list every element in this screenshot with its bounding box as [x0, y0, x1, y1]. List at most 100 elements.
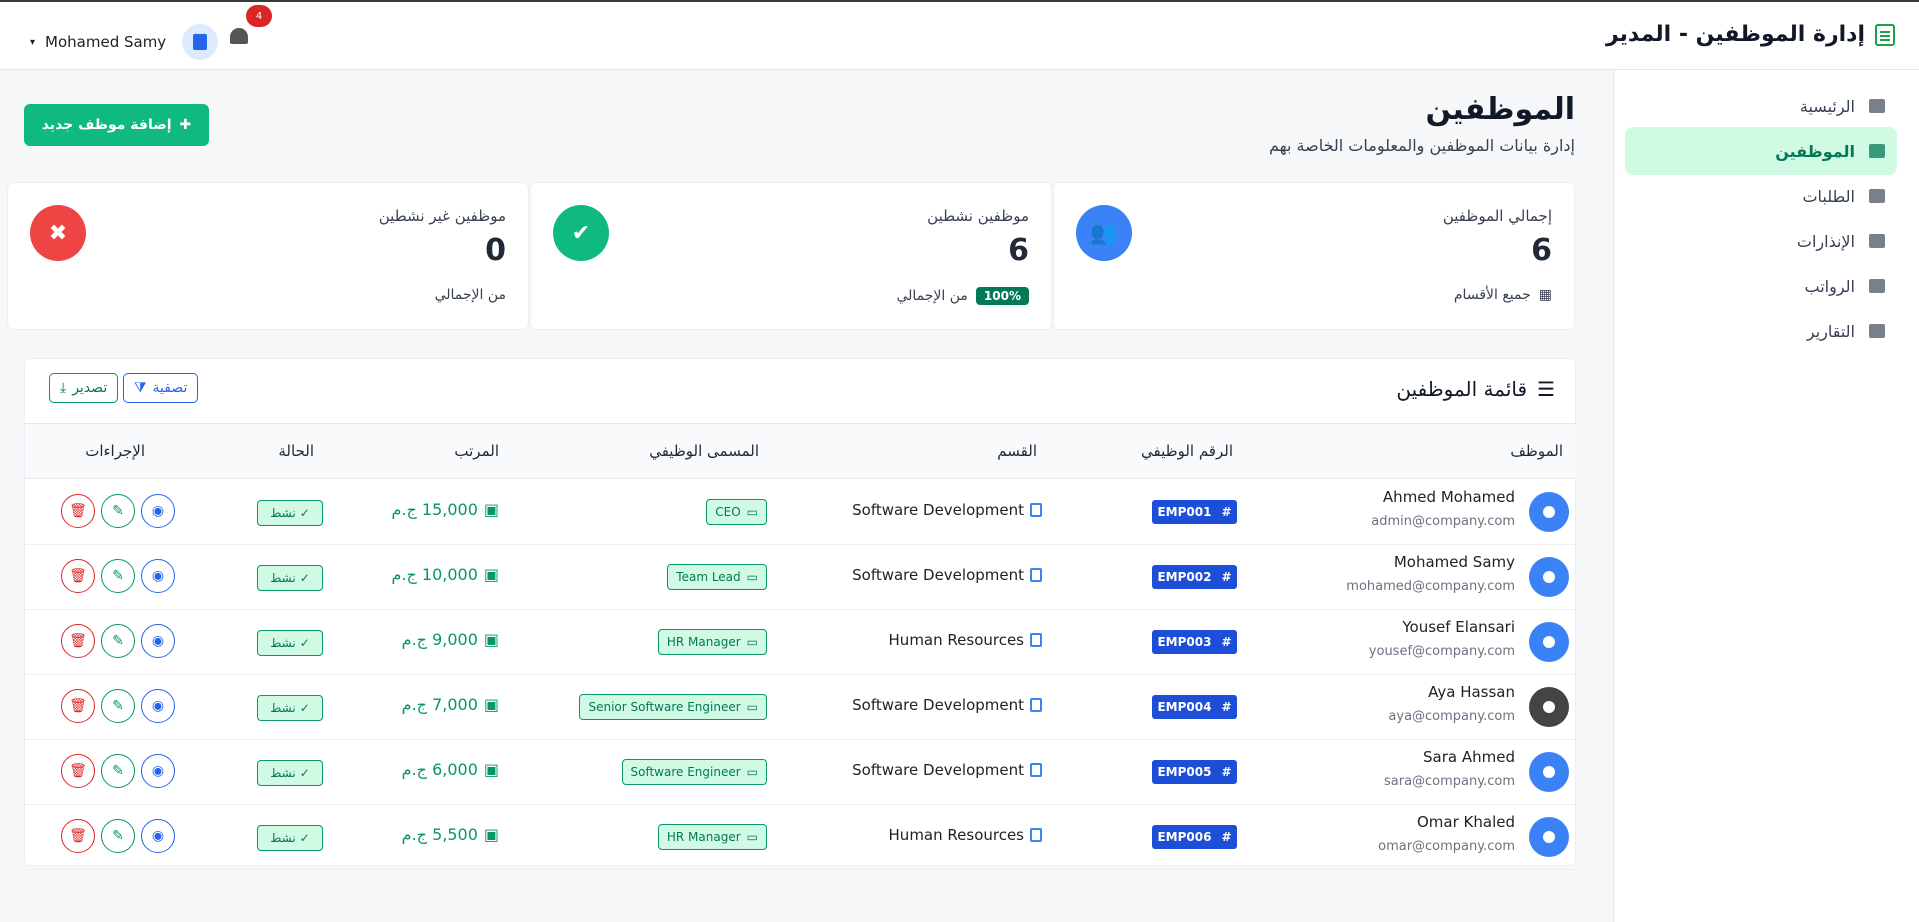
employee-id: EMP006	[1157, 830, 1212, 844]
money-icon: ▣	[483, 695, 499, 714]
trash-icon: 🗑	[69, 763, 87, 779]
edit-button[interactable]: ✎	[101, 754, 135, 788]
column-header: الموظف	[1510, 442, 1563, 460]
briefcase-icon: ▭	[746, 700, 758, 714]
department: Human Resources	[889, 631, 1042, 649]
status-badge: ✓ نشط	[257, 695, 323, 721]
delete-button[interactable]: 🗑	[61, 754, 95, 788]
sidebar-item[interactable]: الرئيسية	[1625, 82, 1897, 130]
warning-icon	[1869, 234, 1885, 248]
notifications-button[interactable]: 4	[226, 5, 272, 50]
column-header: المرتب	[454, 442, 499, 460]
edit-button[interactable]: ✎	[101, 624, 135, 658]
hash-icon: #	[1221, 700, 1232, 714]
employee-id-badge: # EMP001	[1152, 500, 1237, 524]
briefcase-icon: ▭	[746, 830, 758, 844]
stat-footer-text: جميع الأقسام	[1453, 287, 1531, 303]
percent-badge: 100%	[975, 287, 1029, 305]
stat-footer: ▦ جميع الأقسام	[1454, 287, 1552, 303]
employee-id: EMP004	[1157, 700, 1212, 714]
job-title: HR Manager	[666, 830, 741, 844]
department: Software Development	[852, 696, 1042, 714]
user-icon	[1543, 831, 1555, 843]
add-employee-button[interactable]: ✚ إضافة موظف جديد	[24, 104, 209, 146]
view-button[interactable]: ◉	[141, 819, 175, 853]
view-button[interactable]: ◉	[141, 559, 175, 593]
filter-button[interactable]: ⧩ تصفية	[123, 373, 199, 403]
avatar	[1529, 752, 1569, 792]
pencil-icon: ✎	[112, 568, 124, 584]
salary-value: 10,000 ج.م	[391, 565, 478, 584]
view-button[interactable]: ◉	[141, 494, 175, 528]
edit-button[interactable]: ✎	[101, 689, 135, 723]
stat-label: إجمالي الموظفين	[1442, 207, 1552, 225]
sidebar-item[interactable]: الطلبات	[1625, 172, 1897, 220]
view-button[interactable]: ◉	[141, 689, 175, 723]
employee-email: aya@company.com	[1388, 709, 1515, 724]
department-name: Software Development	[852, 761, 1024, 779]
delete-button[interactable]: 🗑	[61, 624, 95, 658]
table-title-text: قائمة الموظفين	[1396, 377, 1528, 401]
view-button[interactable]: ◉	[141, 754, 175, 788]
edit-button[interactable]: ✎	[101, 494, 135, 528]
sidebar-item[interactable]: الموظفين	[1625, 127, 1897, 175]
user-menu[interactable]: ▾ Mohamed Samy	[30, 24, 219, 60]
delete-button[interactable]: 🗑	[61, 559, 95, 593]
pencil-icon: ✎	[112, 503, 124, 519]
delete-button[interactable]: 🗑	[61, 689, 95, 723]
user-icon	[1543, 636, 1555, 648]
stat-card-active: موظفين نشطين 6 100% من الإجمالي ✔	[530, 182, 1052, 330]
user-icon	[1543, 766, 1555, 778]
briefcase-icon: ▭	[746, 570, 758, 584]
sidebar-item[interactable]: الإنذارات	[1625, 217, 1897, 265]
sidebar-item[interactable]: الرواتب	[1625, 262, 1897, 310]
check-circle-icon: ✓	[299, 506, 310, 520]
job-title: Team Lead	[676, 570, 741, 584]
edit-button[interactable]: ✎	[101, 819, 135, 853]
money-icon: ▣	[483, 500, 499, 519]
job-title-badge: CEO ▭	[706, 499, 767, 525]
sidebar-item-label: الرواتب	[1804, 276, 1855, 296]
employee-id-badge: # EMP005	[1152, 760, 1237, 784]
delete-button[interactable]: 🗑	[61, 494, 95, 528]
stat-value: 0	[485, 233, 506, 268]
table-header: الموظف الرقم الوظيفي القسم المسمى الوظيف…	[25, 423, 1577, 479]
export-button[interactable]: ⤓ تصدير	[49, 373, 119, 403]
user-avatar	[182, 24, 219, 60]
export-label: تصدير	[72, 380, 108, 396]
main-content: الموظفين إدارة بيانات الموظفين والمعلوما…	[0, 70, 1613, 922]
view-button[interactable]: ◉	[141, 624, 175, 658]
delete-button[interactable]: 🗑	[61, 819, 95, 853]
department: Software Development	[852, 501, 1042, 519]
salary: ▣ 6,000 ج.م	[402, 760, 499, 779]
employee-name: Sara Ahmed	[1423, 748, 1515, 766]
briefcase-icon: ▭	[746, 765, 758, 779]
status-text: نشط	[270, 636, 296, 650]
table-row: Omar Khaled omar@company.com # EMP006 Human …	[25, 805, 1577, 870]
brand[interactable]: إدارة الموظفين - المدير	[1606, 22, 1895, 47]
employee-name: Yousef Elansari	[1402, 618, 1515, 636]
status-text: نشط	[270, 571, 296, 585]
check-circle-icon: ✓	[299, 831, 310, 845]
eye-icon: ◉	[151, 828, 165, 844]
sidebar-item[interactable]: التقارير	[1625, 307, 1897, 355]
stat-card-total: إجمالي الموظفين 6 ▦ جميع الأقسام 👥	[1053, 182, 1575, 330]
stat-card-inactive: موظفين غير نشطين 0 من الإجمالي ✖	[7, 182, 529, 330]
edit-button[interactable]: ✎	[101, 559, 135, 593]
stat-footer: 100% من الإجمالي	[896, 287, 1029, 305]
job-title-badge: Senior Software Engineer ▭	[579, 694, 767, 720]
building-icon: ▦	[1538, 287, 1552, 303]
employee-id: EMP001	[1157, 505, 1212, 519]
eye-icon: ◉	[151, 633, 165, 649]
page-title: الموظفين	[1425, 92, 1575, 127]
money-icon	[1869, 279, 1885, 293]
job-title: HR Manager	[666, 635, 741, 649]
users-icon: 👥	[1076, 205, 1132, 261]
column-header: الحالة	[278, 442, 314, 460]
sidebar-item-label: الطلبات	[1802, 186, 1855, 206]
avatar	[1529, 817, 1569, 857]
stat-label: موظفين نشطين	[927, 207, 1029, 225]
stat-value: 6	[1008, 233, 1029, 268]
salary-value: 6,000 ج.م	[401, 760, 478, 779]
money-icon: ▣	[483, 630, 499, 649]
